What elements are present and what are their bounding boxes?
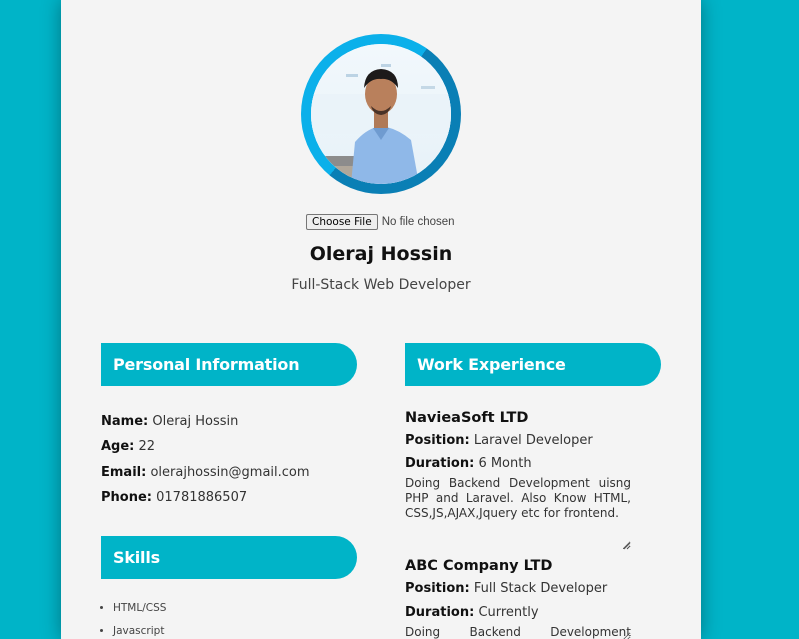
info-age-label: Age: <box>101 439 135 454</box>
job-duration-label: Duration: <box>405 456 475 471</box>
job-duration: Duration: Currently <box>405 605 539 620</box>
work-experience-heading: Work Experience <box>405 343 661 386</box>
avatar-ring <box>301 34 461 194</box>
job-position-value: Full Stack Developer <box>473 581 608 596</box>
choose-file-button[interactable]: Choose File <box>306 214 378 230</box>
info-phone-value: 01781886507 <box>156 490 248 505</box>
job-duration-value: 6 Month <box>478 456 532 471</box>
info-age: Age: 22 <box>101 439 155 454</box>
profile-name: Oleraj Hossin <box>309 243 453 265</box>
info-email: Email: olerajhossin@gmail.com <box>101 465 310 480</box>
info-name-label: Name: <box>101 414 149 429</box>
info-name-value: Oleraj Hossin <box>152 414 239 429</box>
skill-item: Javascript <box>113 625 166 637</box>
resize-grip-icon[interactable] <box>623 542 631 550</box>
info-phone: Phone: 01781886507 <box>101 490 247 505</box>
info-phone-label: Phone: <box>101 490 152 505</box>
job-duration-value: Currently <box>478 605 539 620</box>
avatar <box>311 44 451 184</box>
info-email-value: olerajhossin@gmail.com <box>150 465 310 480</box>
job-duration: Duration: 6 Month <box>405 456 532 471</box>
personal-info-heading: Personal Information <box>101 343 357 386</box>
profile-role: Full-Stack Web Developer <box>291 277 471 293</box>
info-age-value: 22 <box>138 439 156 454</box>
info-email-label: Email: <box>101 465 147 480</box>
job-position-label: Position: <box>405 433 470 448</box>
file-upload[interactable]: Choose File No file chosen <box>306 214 455 230</box>
job-position: Position: Laravel Developer <box>405 433 593 448</box>
job-position-label: Position: <box>405 581 470 596</box>
job-description[interactable]: Doing Backend Development uisng PHP and … <box>405 476 631 550</box>
job-position: Position: Full Stack Developer <box>405 581 607 596</box>
skills-list: HTML/CSS Javascript <box>113 602 166 639</box>
job-description[interactable]: Doing Backend Development <box>405 625 631 639</box>
job-company: ABC Company LTD <box>405 558 553 574</box>
info-name: Name: Oleraj Hossin <box>101 414 238 429</box>
file-status: No file chosen <box>381 216 455 228</box>
skills-heading: Skills <box>101 536 357 579</box>
skill-item: HTML/CSS <box>113 602 166 614</box>
resume-card: Choose File No file chosen Oleraj Hossin… <box>61 0 701 639</box>
job-duration-label: Duration: <box>405 605 475 620</box>
job-company: NavieaSoft LTD <box>405 410 529 426</box>
profile-photo <box>311 44 451 184</box>
job-position-value: Laravel Developer <box>473 433 593 448</box>
